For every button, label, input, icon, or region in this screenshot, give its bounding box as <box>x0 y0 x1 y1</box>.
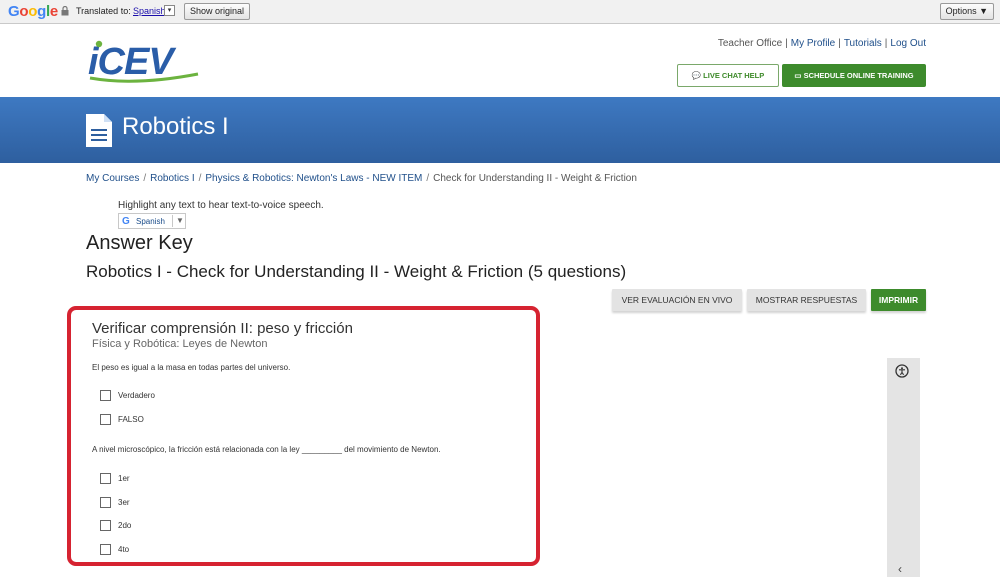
lock-icon <box>61 6 69 16</box>
google-g-icon: G <box>122 216 130 227</box>
question-text: El peso es igual a la masa en todas part… <box>92 363 291 372</box>
option-label: 1er <box>118 474 130 483</box>
top-nav-links: Teacher Office | My Profile | Tutorials | Log … <box>717 38 926 49</box>
question-text: A nivel microscópico, la fricción está r… <box>92 445 441 454</box>
chevron-left-icon[interactable]: ‹ <box>898 562 902 576</box>
tts-instruction: Highlight any text to hear text-to-voice… <box>118 200 324 211</box>
schedule-training-button[interactable]: ▭ SCHEDULE ONLINE TRAINING <box>782 64 926 87</box>
icev-logo[interactable]: iCEV <box>86 38 210 84</box>
tts-language-select[interactable]: G Spanish ▼ <box>118 213 186 229</box>
answer-key-heading: Answer Key <box>86 232 193 254</box>
svg-text:iCEV: iCEV <box>88 41 176 83</box>
nav-teacher-office[interactable]: Teacher Office <box>718 38 782 49</box>
breadcrumb-unit[interactable]: Physics & Robotics: Newton's Laws - NEW … <box>205 173 422 184</box>
schedule-label: SCHEDULE ONLINE TRAINING <box>803 71 914 80</box>
course-banner: Robotics I <box>0 97 1000 163</box>
checkbox[interactable] <box>100 473 111 484</box>
document-icon <box>86 114 112 147</box>
checkbox[interactable] <box>100 520 111 531</box>
option-label: 3er <box>118 498 130 507</box>
accessibility-icon[interactable] <box>895 364 909 378</box>
quiz-subtitle: Física y Robótica: Leyes de Newton <box>92 338 268 350</box>
show-answers-button[interactable]: MOSTRAR RESPUESTAS <box>747 289 866 311</box>
google-logo: Google <box>8 3 58 20</box>
quiz-title: Verificar comprensión II: peso y fricció… <box>92 320 353 337</box>
live-chat-label: LIVE CHAT HELP <box>703 71 765 80</box>
checkbox[interactable] <box>100 390 111 401</box>
language-dropdown-icon[interactable]: ▾ <box>164 5 175 16</box>
live-assessment-button[interactable]: VER EVALUACIÓN EN VIVO <box>612 289 742 311</box>
chevron-down-icon: ▼ <box>176 216 184 225</box>
option-label: 2do <box>118 521 132 530</box>
laptop-icon: ▭ <box>794 71 802 80</box>
breadcrumb: My Courses / Robotics I / Physics & Robotics… <box>86 173 637 184</box>
breadcrumb-current: Check for Understanding II - Weight & Fr… <box>433 173 637 184</box>
option-label: 4to <box>118 545 130 554</box>
nav-log-out[interactable]: Log Out <box>890 38 926 49</box>
nav-tutorials[interactable]: Tutorials <box>844 38 882 49</box>
checkbox[interactable] <box>100 414 111 425</box>
tts-language-value: Spanish <box>136 217 165 226</box>
breadcrumb-course[interactable]: Robotics I <box>150 173 194 184</box>
translate-bar: Google Translated to: Spanish ▾ Show ori… <box>0 0 1000 24</box>
live-chat-button[interactable]: 💬 LIVE CHAT HELP <box>677 64 779 87</box>
breadcrumb-my-courses[interactable]: My Courses <box>86 173 139 184</box>
page-title: Robotics I - Check for Understanding II … <box>86 262 627 281</box>
course-title: Robotics I <box>122 113 229 140</box>
print-button[interactable]: IMPRIMIR <box>871 289 926 311</box>
option-label: FALSO <box>118 415 144 424</box>
translated-to-label: Translated to: <box>76 6 131 16</box>
checkbox[interactable] <box>100 544 111 555</box>
translate-language-link[interactable]: Spanish <box>133 6 166 16</box>
checkbox[interactable] <box>100 497 111 508</box>
nav-my-profile[interactable]: My Profile <box>791 38 835 49</box>
translate-options-button[interactable]: Options ▼ <box>939 3 994 20</box>
side-panel: ‹ <box>887 358 920 577</box>
show-original-button[interactable]: Show original <box>184 3 251 20</box>
chat-icon: 💬 <box>691 71 702 80</box>
option-label: Verdadero <box>118 391 155 400</box>
